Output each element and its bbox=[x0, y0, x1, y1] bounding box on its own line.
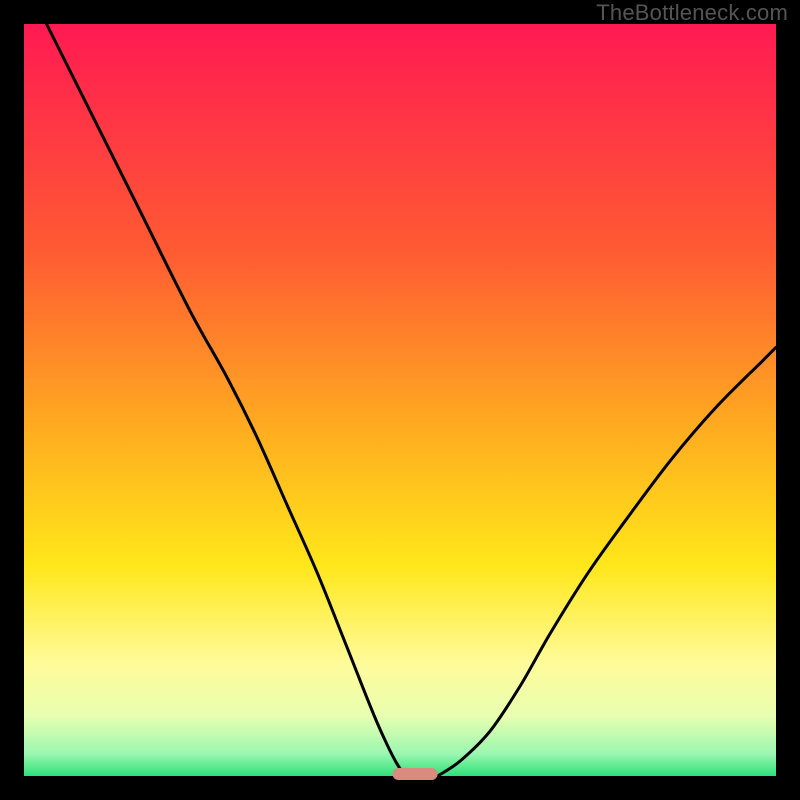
plot-area bbox=[24, 24, 776, 776]
bottleneck-chart bbox=[0, 0, 800, 800]
optimum-marker bbox=[392, 768, 437, 780]
chart-container: TheBottleneck.com bbox=[0, 0, 800, 800]
watermark-source: TheBottleneck.com bbox=[596, 0, 788, 26]
